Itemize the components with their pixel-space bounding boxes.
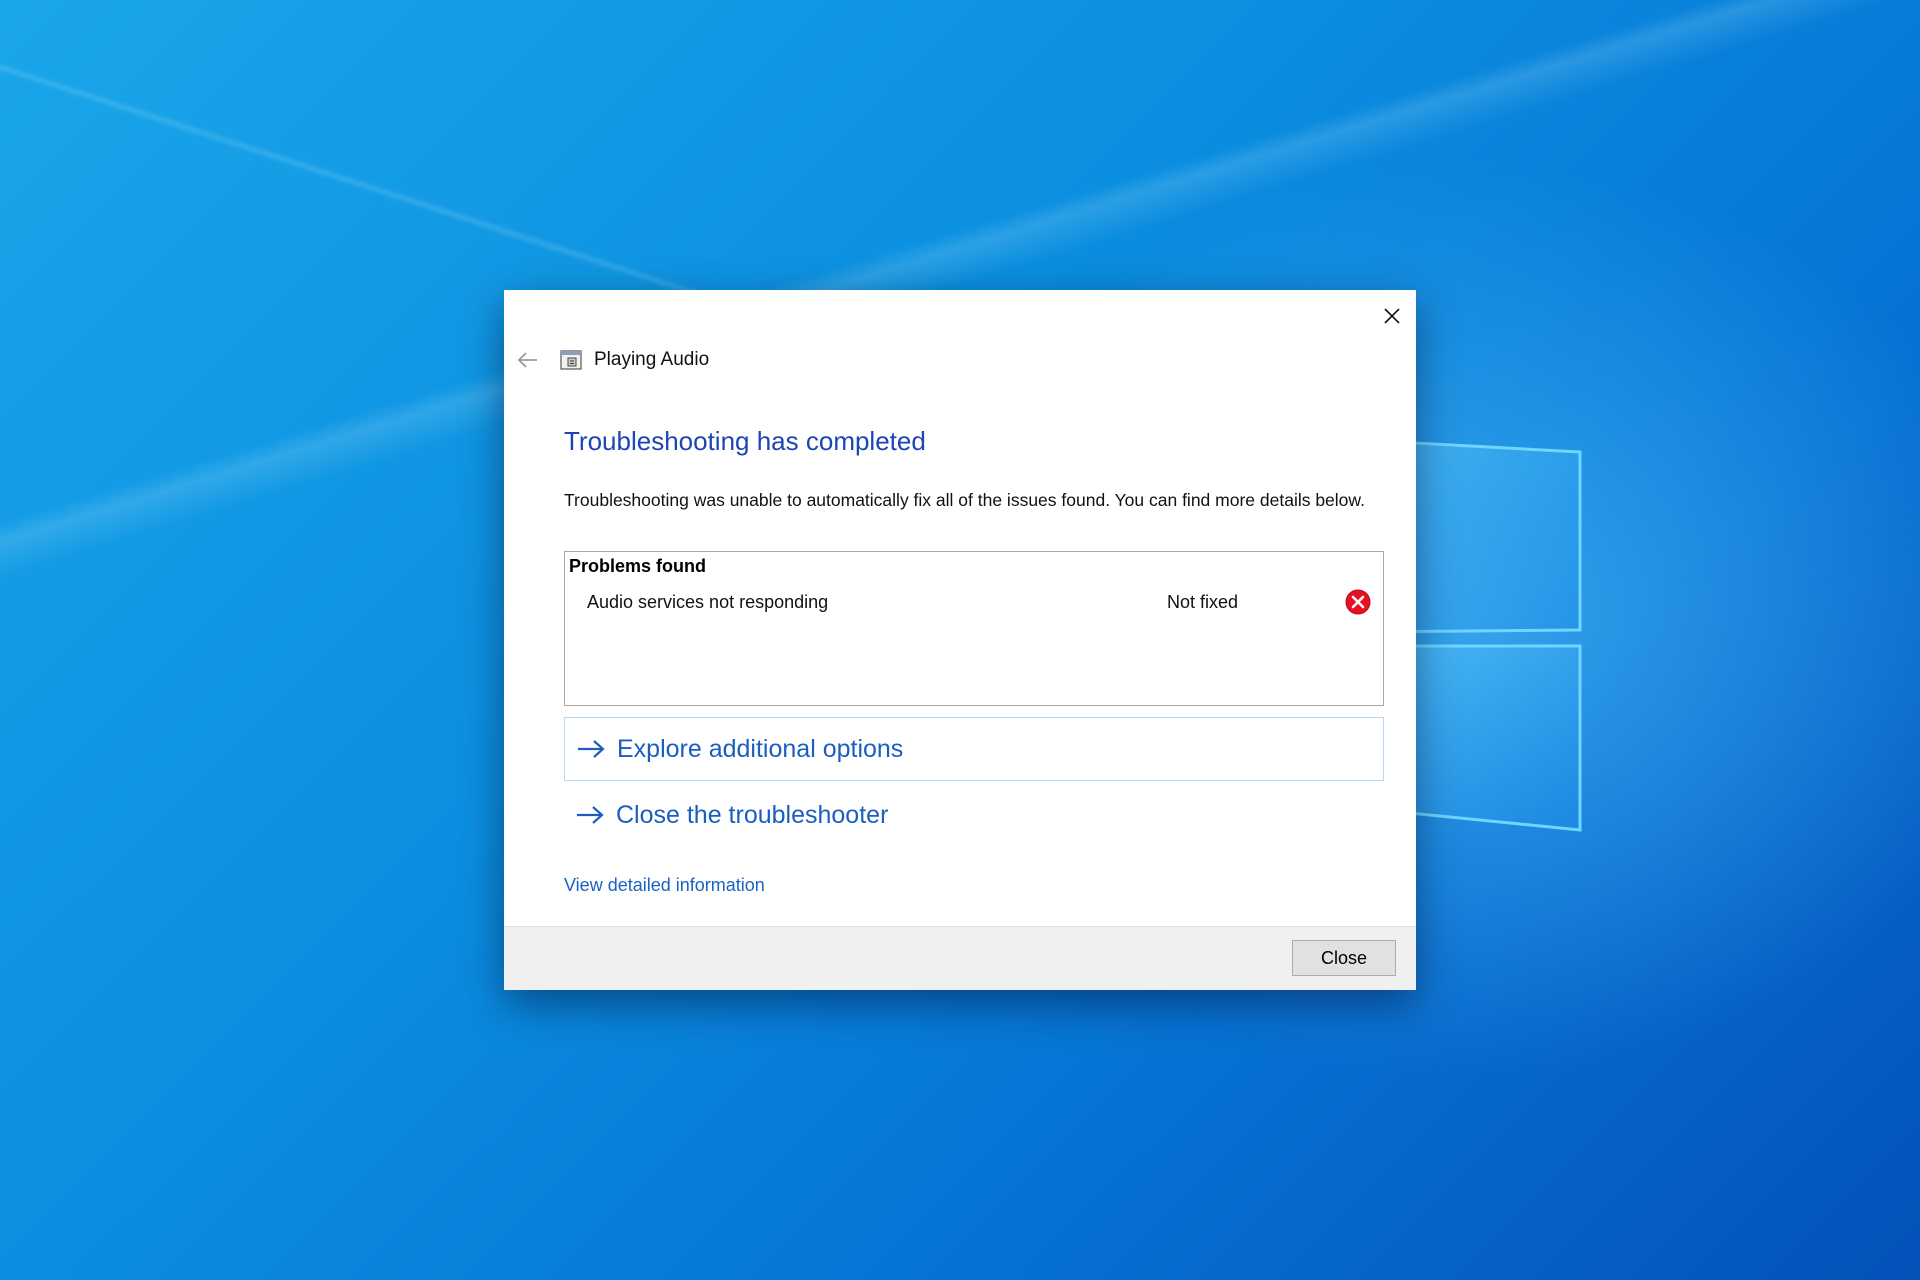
page-heading: Troubleshooting has completed bbox=[564, 426, 926, 457]
view-detailed-information-link[interactable]: View detailed information bbox=[564, 875, 765, 896]
arrow-right-icon bbox=[574, 799, 606, 831]
back-arrow-icon[interactable] bbox=[514, 346, 542, 374]
dialog-footer: Close bbox=[504, 926, 1416, 990]
explore-options-link[interactable]: Explore additional options bbox=[564, 717, 1384, 781]
explore-options-label: Explore additional options bbox=[617, 735, 903, 764]
error-icon bbox=[1344, 588, 1372, 616]
problems-header: Problems found bbox=[569, 556, 706, 577]
troubleshooter-dialog: Playing Audio Troubleshooting has comple… bbox=[504, 290, 1416, 990]
troubleshooter-icon bbox=[560, 349, 582, 371]
close-icon[interactable] bbox=[1378, 302, 1406, 330]
close-troubleshooter-label: Close the troubleshooter bbox=[616, 801, 888, 830]
problems-panel: Problems found Audio services not respon… bbox=[564, 551, 1384, 706]
close-button[interactable]: Close bbox=[1292, 940, 1396, 976]
problem-status: Not fixed bbox=[1167, 592, 1238, 613]
problem-name: Audio services not responding bbox=[587, 592, 828, 613]
close-troubleshooter-link[interactable]: Close the troubleshooter bbox=[564, 783, 1384, 847]
description-text: Troubleshooting was unable to automatica… bbox=[564, 488, 1390, 512]
arrow-right-icon bbox=[575, 733, 607, 765]
desktop-background: Playing Audio Troubleshooting has comple… bbox=[0, 0, 1920, 1280]
window-title: Playing Audio bbox=[594, 349, 709, 371]
